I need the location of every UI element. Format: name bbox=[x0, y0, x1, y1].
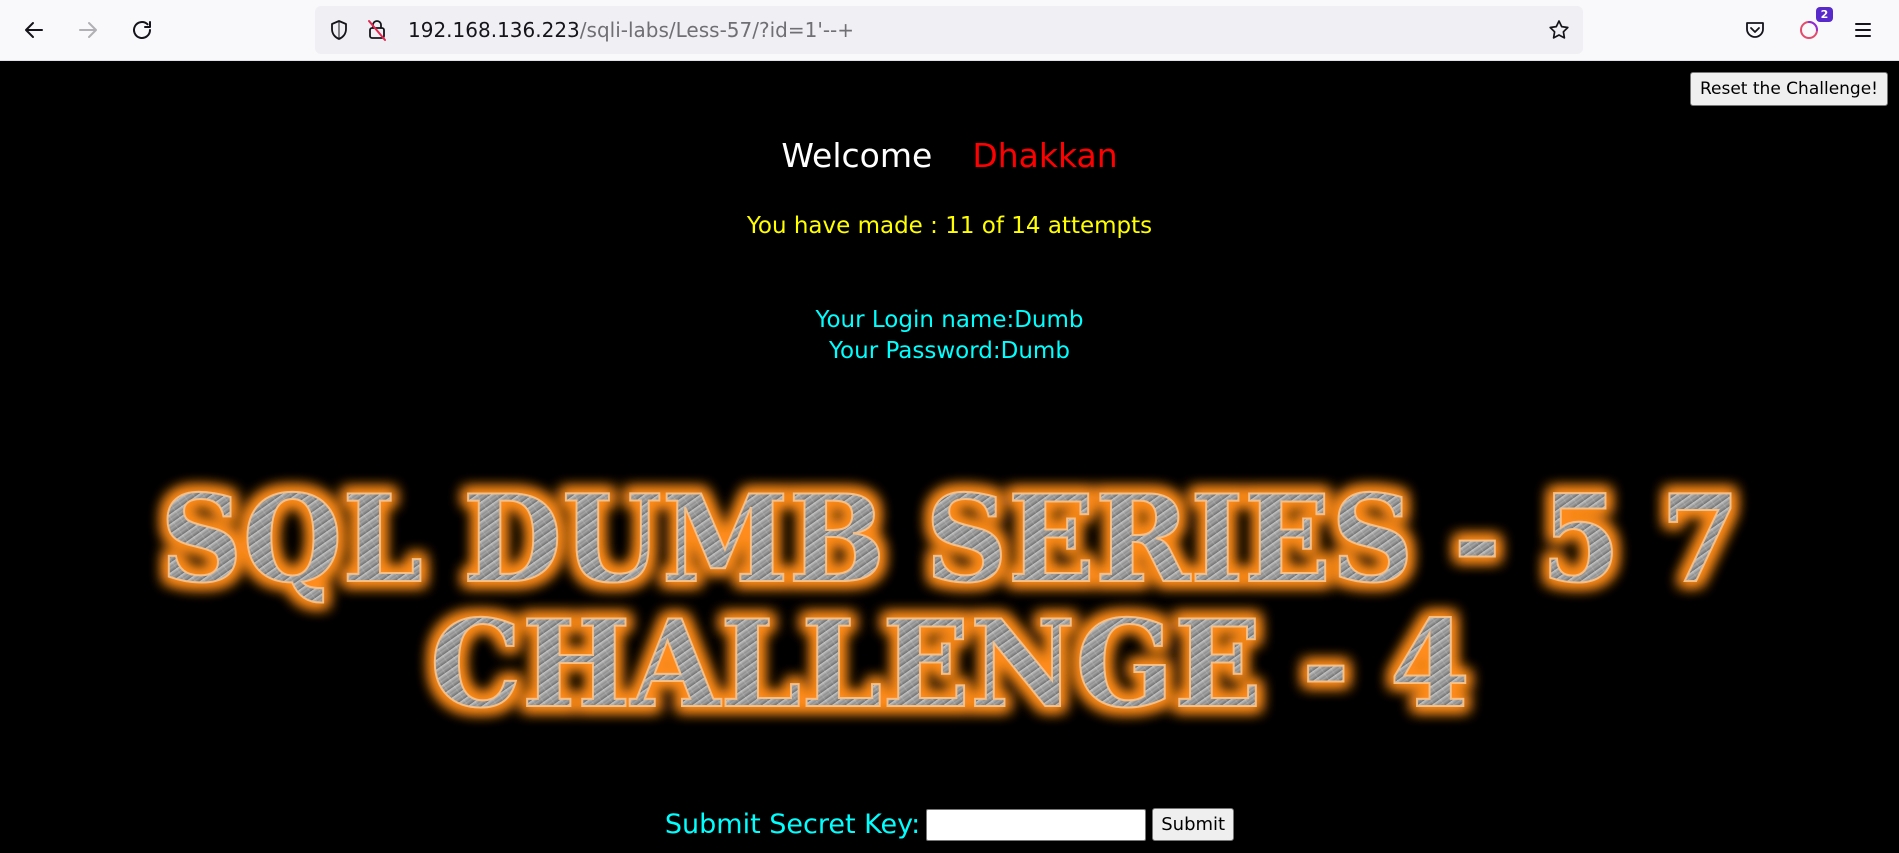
banner-line-2: CHALLENGE - 4 bbox=[430, 594, 1470, 735]
secret-key-input[interactable] bbox=[926, 808, 1147, 841]
forward-arrow-icon[interactable] bbox=[70, 12, 106, 48]
attempts-counter: You have made : 11 of 14 attempts bbox=[746, 213, 1153, 239]
submit-button[interactable]: Submit bbox=[1152, 808, 1235, 841]
star-icon[interactable] bbox=[1547, 18, 1571, 42]
back-arrow-icon[interactable] bbox=[16, 12, 52, 48]
welcome-word: Welcome bbox=[781, 136, 933, 175]
pocket-icon[interactable] bbox=[1737, 12, 1773, 48]
url-path: /sqli-labs/Less-57/?id=1'--+ bbox=[579, 18, 855, 42]
hamburger-menu-icon[interactable] bbox=[1845, 12, 1881, 48]
page-content: Reset the Challenge! Welcome Dhakkan You … bbox=[0, 61, 1899, 853]
challenge-banner-image: SQL DUMB SERIES - 5 7 CHALLENGE - 4 bbox=[100, 446, 1800, 776]
url-host: 192.168.136.223 bbox=[408, 18, 580, 42]
extension-badge: 2 bbox=[1816, 7, 1833, 22]
login-name: Your Login name:Dumb bbox=[815, 307, 1084, 333]
banner-line-1: SQL DUMB SERIES - 5 7 bbox=[160, 469, 1740, 610]
secret-key-label: Submit Secret Key: bbox=[664, 809, 921, 840]
tracking-protection-shield-icon[interactable] bbox=[327, 18, 351, 42]
reload-icon[interactable] bbox=[124, 12, 160, 48]
firefox-account-icon[interactable]: 2 bbox=[1791, 7, 1833, 48]
user-name: Dhakkan bbox=[972, 136, 1118, 175]
browser-toolbar: 192.168.136.223/sqli-labs/Less-57/?id=1'… bbox=[0, 0, 1899, 61]
secret-key-form: Submit Secret Key: Submit bbox=[0, 808, 1899, 841]
insecure-lock-icon[interactable] bbox=[365, 18, 389, 42]
url-text[interactable]: 192.168.136.223/sqli-labs/Less-57/?id=1'… bbox=[408, 18, 854, 42]
login-password: Your Password:Dumb bbox=[829, 338, 1070, 364]
url-bar[interactable]: 192.168.136.223/sqli-labs/Less-57/?id=1'… bbox=[315, 6, 1583, 54]
reset-challenge-button[interactable]: Reset the Challenge! bbox=[1689, 72, 1888, 106]
welcome-line: Welcome Dhakkan bbox=[0, 136, 1899, 176]
banner-svg: SQL DUMB SERIES - 5 7 CHALLENGE - 4 bbox=[159, 468, 1741, 736]
login-info: Your Login name:Dumb Your Password:Dumb bbox=[0, 305, 1899, 367]
